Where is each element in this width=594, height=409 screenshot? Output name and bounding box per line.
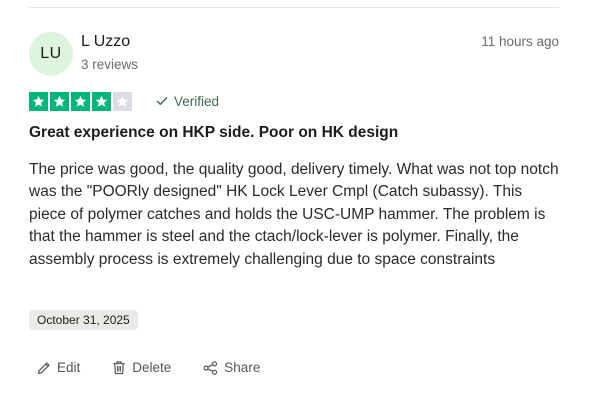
verified-badge[interactable]: Verified	[156, 94, 219, 109]
pencil-icon	[37, 361, 51, 375]
share-button[interactable]: Share	[203, 360, 260, 375]
review-title: Great experience on HKP side. Poor on HK…	[29, 124, 399, 141]
star-icon	[113, 92, 132, 111]
trash-icon	[112, 360, 126, 375]
share-icon	[203, 360, 218, 375]
review-actions: Edit Delete Share	[37, 360, 292, 375]
avatar: LU	[29, 32, 73, 76]
edit-button[interactable]: Edit	[37, 360, 80, 375]
star-icon	[71, 92, 90, 111]
review-time: 11 hours ago	[481, 34, 559, 49]
share-label: Share	[224, 360, 261, 375]
review-body: The price was good, the quality good, de…	[29, 161, 559, 268]
top-divider	[29, 7, 559, 8]
check-icon	[156, 94, 168, 109]
star-icon	[50, 92, 69, 111]
review-date-badge: October 31, 2025	[29, 310, 138, 330]
star-icon	[92, 92, 111, 111]
review-count: 3 reviews	[81, 57, 139, 72]
star-icon	[29, 92, 48, 111]
verified-label: Verified	[174, 94, 220, 109]
star-rating	[29, 92, 132, 111]
edit-label: Edit	[57, 360, 81, 375]
delete-label: Delete	[132, 360, 172, 375]
delete-button[interactable]: Delete	[112, 360, 171, 375]
reviewer-name[interactable]: L Uzzo	[81, 33, 130, 51]
